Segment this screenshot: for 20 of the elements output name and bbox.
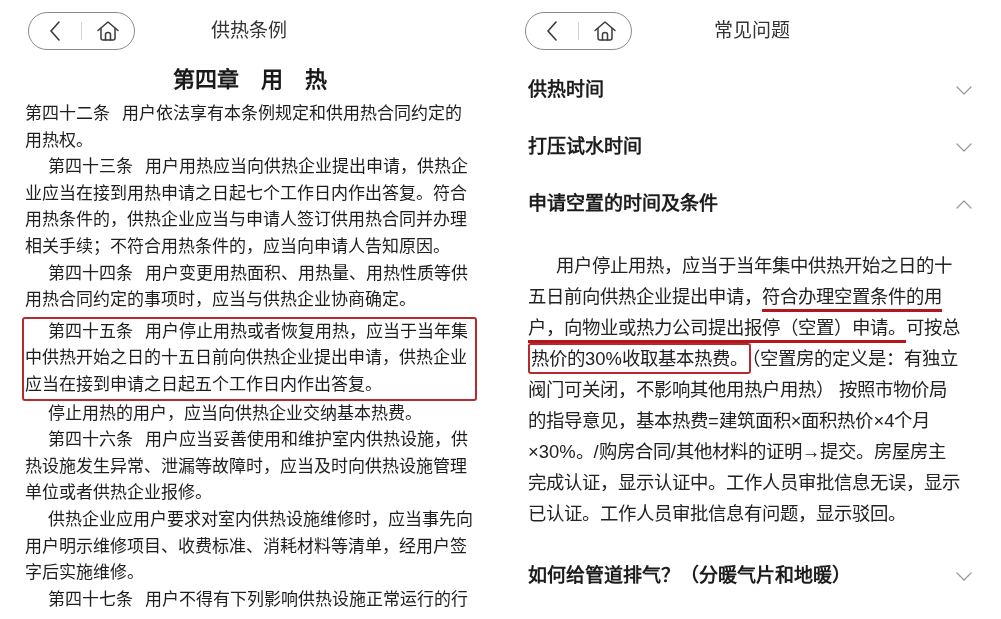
chevron-left-icon — [50, 21, 60, 41]
regulation-paragraph: 第四十三条 用户用热应当向供热企业提出申请，供热企业应当在接到用热申请之日起七个工作日内作出答复。符合用热条件的，供热企业应当与申请人签订供用热合同并办理相关手续；不符合用热条件的，应当向申请人告知原因。 — [25, 156, 469, 258]
accordion-header[interactable]: 申请空置的时间及条件 — [503, 176, 1001, 233]
regulation-paragraph: 第四十六条 用户应当妥善使用和维护室内供热设施，供热设施发生异常、泄漏等故障时，应当及时向供热设施管理单位或者供热企业报修。 — [25, 429, 469, 505]
accordion-header[interactable]: 供热时间 — [503, 62, 1001, 119]
regulation-paragraph: 第四十二条 用户依法享有本条例规定和供用热合同约定的用热权。 — [25, 103, 463, 152]
accordion-header[interactable]: 如何给管道排气？（分暖气片和地暖） — [503, 548, 1001, 605]
accordion-header[interactable]: 打压试水时间 — [503, 119, 1001, 176]
home-icon — [97, 21, 119, 41]
regulation-paragraph: 第四十七条 用户不得有下列影响供热设施正常运行的行 — [46, 588, 469, 611]
regulation-paragraph: 第四十四条 用户变更用热面积、用热量、用热性质等供用热合同约定的事项时，应当与供热企业协商确定。 — [25, 262, 469, 312]
chapter-heading: 第四章 用 热 — [171, 66, 328, 94]
chevron-left-icon — [547, 21, 557, 41]
regulation-paragraph: 停止用热的用户，应当向供热企业交纳基本热费。 — [46, 402, 423, 425]
regulation-paragraph: 供热企业应用户要求对室内供热设施维修时，应当事先向用户明示维修项目、收费标准、消耗材料等清单，经用户签字后实施维修。 — [25, 508, 474, 585]
faq-answer: 用户停止用热，应当于当年集中供热开始之日的十五日前向供热企业提出申请，符合办理空置条件的用户，向物业或热力公司提出报停（空置）申请。可按总 热价的30%收取基本热费。 （空置房的定义是：有独立阀门可关闭，不影响其他用热户用热） 按照市物价局的指导意见，基本热费=建筑面积×面积热价×4个月×30%。/购房合同/其他材料的证明→提交。房屋房主完成认证，显示认证中。工作人员审批信息无误，显示已认证。工作人员审批信息有问题，显示驳回。 — [527, 254, 961, 526]
regulation-paragraph: 第四十五条 用户停止用热或者恢复用热，应当于当年集中供热开始之日的十五日前向供热企业提出申请，供热企业应当在接到申请之日起五个工作日内作出答复。 — [22, 316, 477, 401]
page-title: 常见问题 — [714, 18, 790, 43]
page-title: 供热条例 — [210, 18, 287, 43]
home-icon — [594, 21, 616, 41]
